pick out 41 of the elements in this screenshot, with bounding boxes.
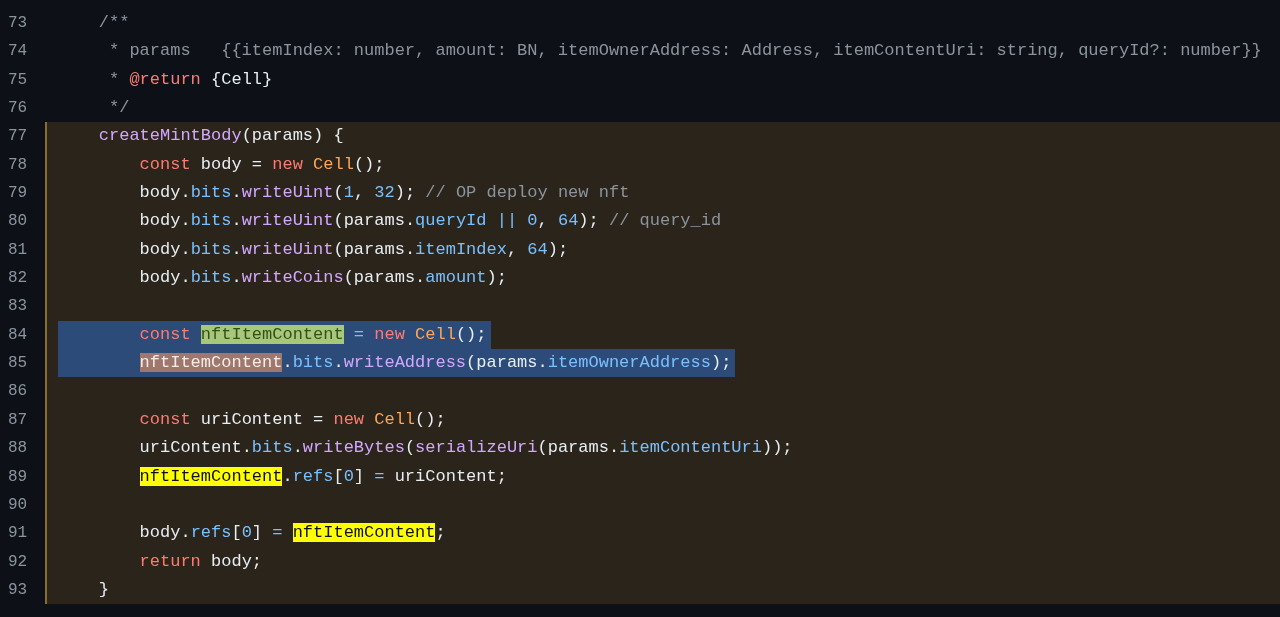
line-number: 84 — [7, 324, 29, 346]
code-line: createMintBody(params) { — [97, 125, 344, 148]
code-line: */ — [108, 97, 130, 120]
code-line: /** — [97, 12, 130, 34]
code-line: body.bits.writeCoins(params.amount); — [138, 267, 507, 290]
line-number: 79 — [7, 183, 29, 205]
line-number: 80 — [7, 211, 29, 233]
line-number: 90 — [7, 494, 29, 516]
code-line: body.bits.writeUint(1, 32); // OP deploy new nft — [138, 182, 630, 205]
line-number: 92 — [7, 551, 29, 573]
line-number: 88 — [7, 438, 29, 460]
line-number: 81 — [7, 239, 29, 261]
highlighted-word: nftItemContent — [292, 523, 436, 543]
line-number: 75 — [7, 69, 29, 91]
code-line: body.refs[0] = nftItemContent; — [138, 522, 446, 545]
line-number: 82 — [7, 268, 29, 290]
line-number: 87 — [7, 409, 29, 431]
code-line: nftItemContent.refs[0] = uriContent; — [138, 465, 507, 488]
line-number: 85 — [7, 353, 29, 375]
highlighted-word: nftItemContent — [139, 466, 283, 486]
code-line: const uriContent = new Cell(); — [138, 408, 446, 431]
line-number: 76 — [7, 98, 29, 120]
code-line: body.bits.writeUint(params.queryId || 0, 64); // query_id — [138, 210, 722, 233]
code-line: uriContent.bits.writeBytes(serializeUri(params.itemContentUri)); — [138, 437, 793, 460]
highlighted-word: nftItemContent — [200, 324, 344, 344]
code-line: body.bits.writeUint(params.itemIndex, 64); — [138, 238, 569, 261]
code-line: * @return {Cell} — [108, 68, 273, 91]
line-number: 78 — [7, 154, 29, 176]
code-line: * params {{itemIndex: number, amount: BN, itemOwnerAddress: Address, itemContentUri: string, queryId?: number}} — [108, 40, 1262, 63]
highlighted-word: nftItemContent — [139, 353, 283, 373]
line-number: 74 — [7, 41, 29, 63]
line-number: 93 — [7, 579, 29, 601]
line-number: 89 — [7, 466, 29, 488]
line-number: 77 — [7, 126, 29, 148]
line-number: 83 — [7, 296, 29, 318]
line-number: 86 — [7, 381, 29, 403]
line-number: 91 — [7, 523, 29, 545]
code-line: return body; — [138, 550, 263, 573]
line-number: 73 — [7, 13, 29, 34]
code-line: const body = new Cell(); — [138, 153, 385, 176]
code-line: } — [97, 578, 109, 601]
